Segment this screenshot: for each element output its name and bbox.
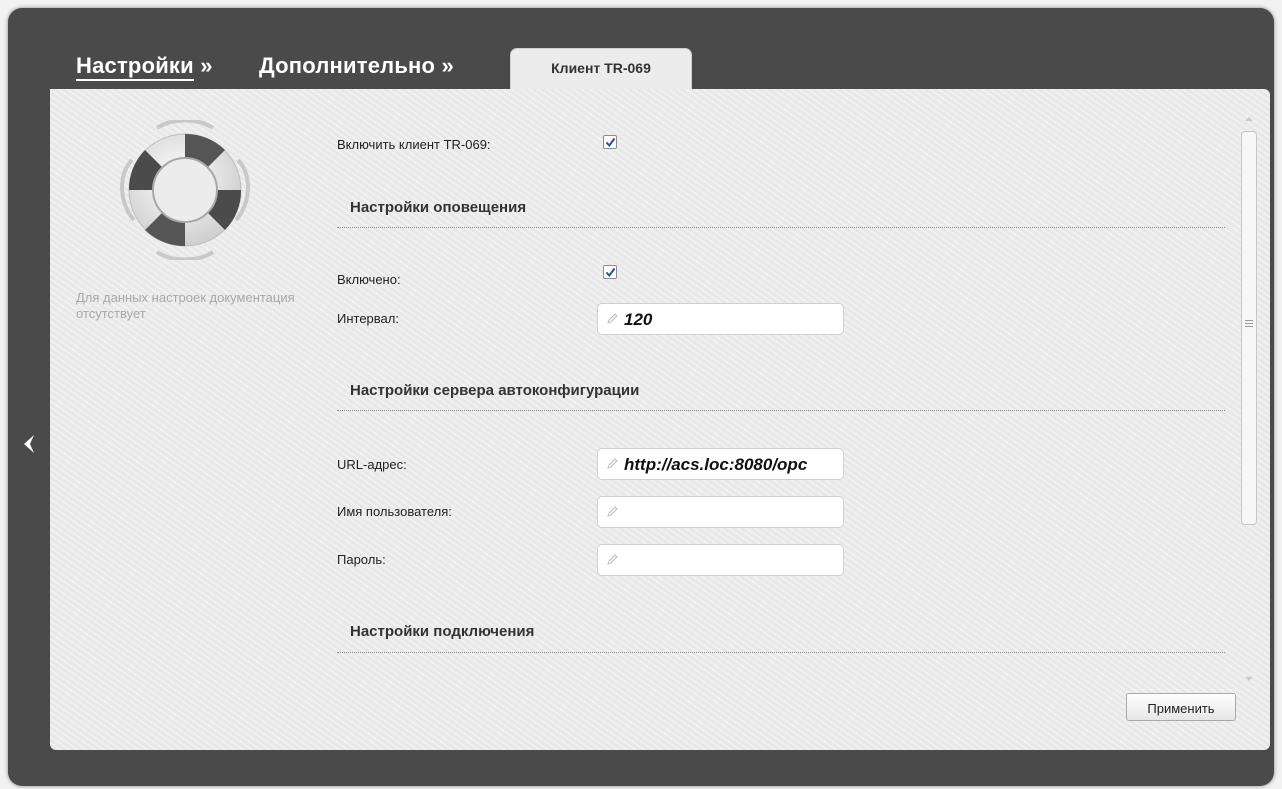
checkmark-icon	[605, 267, 616, 278]
pencil-icon	[607, 506, 618, 517]
scroll-up-icon[interactable]	[1244, 116, 1254, 122]
password-input[interactable]	[597, 544, 844, 576]
chevron-left-icon[interactable]	[18, 432, 42, 456]
acs-section-title: Настройки сервера автоконфигурации	[350, 382, 640, 399]
breadcrumb-settings-label[interactable]: Настройки	[76, 53, 194, 81]
checkmark-icon	[605, 137, 616, 148]
interval-input[interactable]: 120	[597, 303, 844, 335]
tab-tr069-client[interactable]: Клиент TR-069	[510, 48, 692, 94]
breadcrumb-advanced-label[interactable]: Дополнительно	[259, 53, 435, 78]
interval-value: 120	[624, 310, 653, 329]
enabled-checkbox[interactable]	[603, 265, 617, 279]
apply-button[interactable]: Применить	[1126, 693, 1236, 721]
enable-client-label: Включить клиент TR-069:	[337, 137, 491, 152]
notify-section-title: Настройки оповещения	[350, 199, 527, 216]
tab-label: Клиент TR-069	[551, 60, 651, 76]
connection-section-title: Настройки подключения	[350, 623, 535, 640]
breadcrumb-settings[interactable]: Настройки »	[76, 53, 213, 81]
enabled-label: Включено:	[337, 272, 401, 287]
url-input[interactable]: http://acs.loc:8080/opc	[597, 448, 844, 480]
scroll-down-icon[interactable]	[1244, 676, 1254, 682]
username-input[interactable]	[597, 496, 844, 528]
lifebuoy-icon	[120, 120, 250, 260]
breadcrumb-advanced[interactable]: Дополнительно »	[259, 53, 454, 79]
interval-label: Интервал:	[337, 311, 399, 326]
password-label: Пароль:	[337, 552, 386, 567]
breadcrumb-separator: »	[200, 53, 213, 78]
url-label: URL-адрес:	[337, 457, 407, 472]
pencil-icon	[607, 313, 618, 324]
acs-section-divider	[337, 410, 1225, 411]
connection-section-divider	[337, 652, 1225, 653]
pencil-icon	[607, 458, 618, 469]
breadcrumb-separator: »	[441, 53, 454, 78]
notify-section-divider	[337, 227, 1225, 228]
documentation-note: Для данных настроек документация отсутст…	[76, 290, 295, 321]
pencil-icon	[607, 554, 618, 565]
url-value: http://acs.loc:8080/opc	[624, 455, 808, 474]
scrollbar-thumb[interactable]	[1241, 131, 1257, 525]
username-label: Имя пользователя:	[337, 504, 452, 519]
vertical-scrollbar[interactable]	[1240, 110, 1258, 688]
grip-icon	[1245, 320, 1253, 329]
enable-client-checkbox[interactable]	[603, 135, 617, 149]
